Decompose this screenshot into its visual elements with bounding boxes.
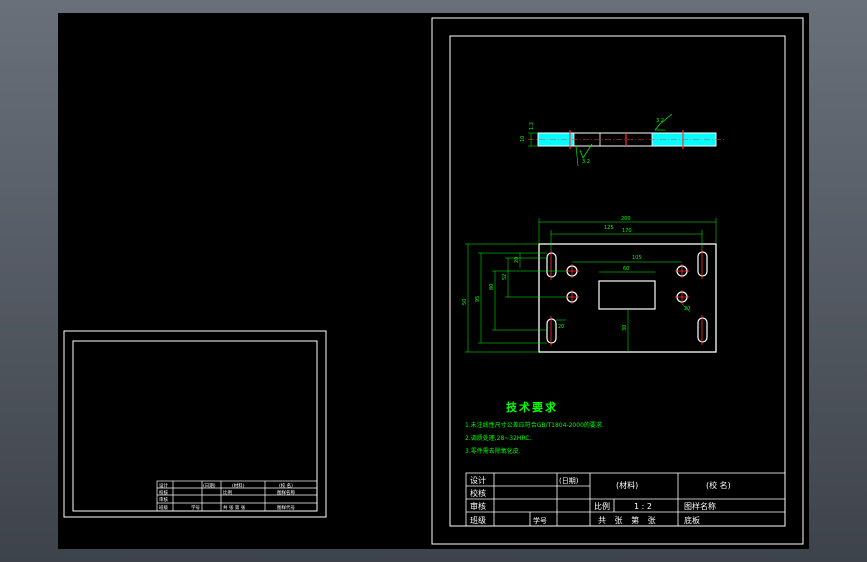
sb-check: 校核 <box>159 489 168 496</box>
sb-class: 班级 <box>159 504 168 511</box>
dim-200: 200 <box>621 216 631 222</box>
slot-top-left <box>546 252 557 278</box>
tb-scale-label: 比例 <box>594 501 610 511</box>
tb-check: 校核 <box>470 488 486 498</box>
tb-school: (校 名) <box>706 480 731 490</box>
plan-view: 200 170 105 60 30 20 50 95 80 52 125 20 … <box>462 216 717 353</box>
tech-note-2: 2.调质处理,28~32HRC. <box>465 434 532 442</box>
tb-design: 设计 <box>470 475 486 485</box>
small-sheet: 设计 校核 审核 班级 (日期) (材料) (校 名) 比例 图样名称 学号 共… <box>63 330 327 518</box>
dim-170: 170 <box>622 228 632 234</box>
dim-52: 52 <box>502 274 508 280</box>
dim-roughness-a: 1.3 <box>529 122 535 130</box>
dim-95: 95 <box>475 296 481 302</box>
tech-requirements: 技术要求 1.未注线性尺寸公差应符合GB/T1804-2000的要求. 2.调质… <box>465 400 604 455</box>
tb-review: 审核 <box>470 501 486 511</box>
dim-thickness: 10 <box>520 136 526 142</box>
tech-note-1: 1.未注线性尺寸公差应符合GB/T1804-2000的要求. <box>465 421 604 429</box>
tb-class: 班级 <box>470 515 486 525</box>
dim-20b: 20 <box>514 257 520 263</box>
dim-20c: 20 <box>558 324 564 330</box>
section-view: 10 1.3 3.2 3.2 <box>520 113 724 167</box>
main-title-block: 设计 校核 审核 班级 (日期) 学号 (材料) (校 名) 比例 1 : 2 … <box>465 472 786 527</box>
sb-design: 设计 <box>159 482 168 489</box>
dim-roughness-b: 3.2 <box>582 159 590 165</box>
sb-material: (材料) <box>232 482 245 489</box>
tb-material: (材料) <box>616 480 638 490</box>
sb-scale: 比例 <box>223 489 232 496</box>
tb-date: (日期) <box>559 477 579 485</box>
sb-drawing-name: 图样名称 <box>277 489 295 496</box>
sb-sheets: 共 张 第 张 <box>223 504 246 511</box>
slot-bottom-left <box>546 318 557 344</box>
dim-80: 80 <box>489 284 495 290</box>
dim-20a: 20 <box>684 306 690 312</box>
dim-30: 30 <box>622 325 628 331</box>
tb-drawing-name: 图样名称 <box>684 501 716 511</box>
tb-scale-value: 1 : 2 <box>634 502 652 511</box>
tb-part-name: 底板 <box>684 515 700 525</box>
sb-school: (校 名) <box>279 482 293 489</box>
dim-roughness-c: 3.2 <box>656 118 664 124</box>
tech-title: 技术要求 <box>506 400 558 414</box>
dim-50: 50 <box>462 299 468 305</box>
tb-student-no: 学号 <box>533 516 547 525</box>
sb-student-no: 学号 <box>191 504 200 511</box>
slot-bottom-right <box>697 317 708 343</box>
sb-date: (日期) <box>203 483 216 489</box>
slot-top-right <box>697 251 708 277</box>
sb-code: 图样代号 <box>277 504 295 511</box>
center-window <box>598 280 656 310</box>
dim-125: 125 <box>604 225 614 231</box>
dim-105: 105 <box>632 255 642 261</box>
tech-note-3: 3.零件需去除氧化皮. <box>465 447 521 455</box>
sb-review: 审核 <box>159 496 168 503</box>
cad-drawing: 设计 校核 审核 班级 (日期) (材料) (校 名) 比例 图样名称 学号 共… <box>63 17 804 545</box>
dim-60: 60 <box>623 266 629 272</box>
tb-sheets: 共 张 第 张 <box>598 515 659 525</box>
